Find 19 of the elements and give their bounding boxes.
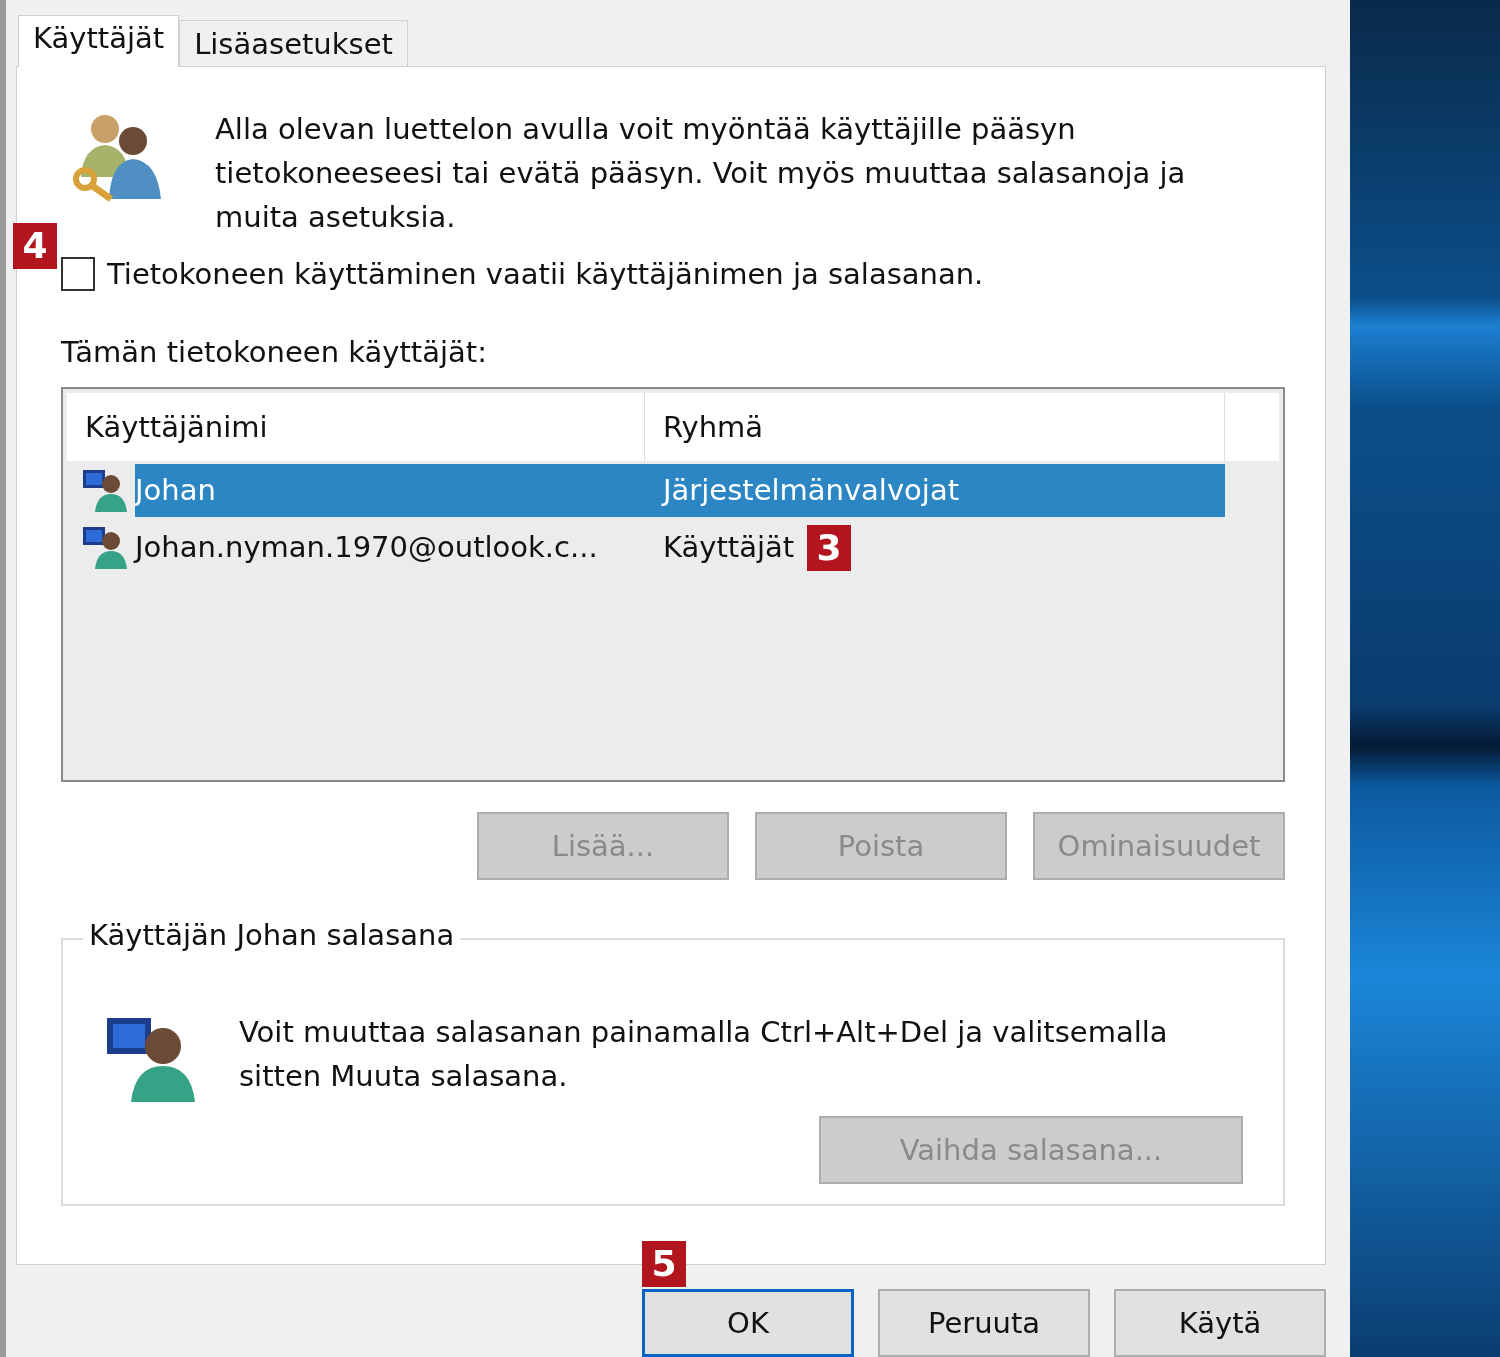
tab[interactable]: Lisäasetukset xyxy=(179,19,408,66)
dialog-button[interactable]: OK xyxy=(642,1289,854,1357)
user-name-cell[interactable]: Johan.nyman.1970@outlook.c... xyxy=(135,520,645,574)
checkbox[interactable] xyxy=(61,256,95,291)
tab[interactable]: Käyttäjät xyxy=(18,14,180,67)
intro-text: Alla olevan luettelon avulla voit myöntää käyttäjille pääsyn tietokoneeseesi tai evätä pääsyn. Voit myös muuttaa salasanoja ja muita asetuksia. xyxy=(215,110,1187,236)
column-header[interactable]: Ryhmä xyxy=(645,392,1225,461)
checkbox-label: Tietokoneen käyttäminen vaatii käyttäjänimen ja salasanan. xyxy=(107,256,984,291)
dialog-button[interactable]: Peruuta xyxy=(878,1289,1090,1357)
callout-number: 4 xyxy=(13,222,57,269)
user-name-cell[interactable]: Johan xyxy=(135,463,645,517)
callout-number: 3 xyxy=(807,524,851,571)
dialog-button[interactable]: Käytä xyxy=(1114,1289,1326,1357)
group-cell[interactable]: Käyttäjät 3 xyxy=(645,520,1225,574)
group-cell[interactable]: Järjestelmänvalvojat xyxy=(645,463,1225,517)
password-info-text: Voit muuttaa salasanan painamalla Ctrl+Alt+Del ja valitsemalla sitten Muuta salasana. xyxy=(239,1013,1169,1095)
column-header[interactable]: Käyttäjänimi xyxy=(67,392,645,461)
users-label: Tämän tietokoneen käyttäjät: xyxy=(61,334,488,369)
callout-number: 5 xyxy=(642,1241,686,1287)
